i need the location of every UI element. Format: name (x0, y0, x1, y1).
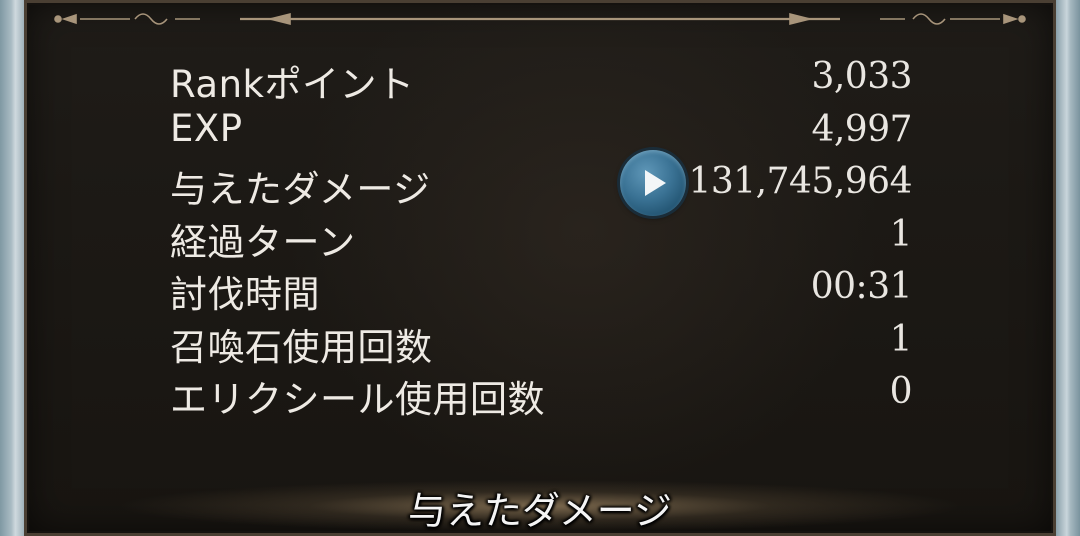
result-row-summons: 召喚石使用回数 1 (170, 315, 913, 369)
elixirs-value: 0 (889, 371, 913, 412)
damage-details-play-button[interactable] (620, 150, 686, 216)
exp-label: EXP (170, 106, 243, 150)
results-list: Rankポイント 3,033 EXP 4,997 与えたダメージ 131,745… (170, 52, 913, 421)
damage-label: 与えたダメージ (170, 168, 431, 211)
rank-points-value: 3,033 (811, 56, 912, 97)
summons-value: 1 (889, 318, 913, 360)
result-row-time: 討伐時間 00:31 (170, 262, 913, 316)
right-frame-border (1056, 0, 1080, 536)
result-row-turns: 経過ターン 1 (170, 210, 913, 264)
exp-value: 4,997 (811, 108, 912, 150)
time-value: 00:31 (810, 266, 913, 307)
ornament-divider (54, 12, 1026, 26)
elixirs-label: エリクシール使用回数 (170, 378, 545, 421)
rank-points-label: Rankポイント (170, 63, 415, 106)
time-label: 討伐時間 (170, 273, 320, 316)
damage-value: 131,745,964 (688, 161, 912, 202)
result-row-elixirs: エリクシール使用回数 0 (170, 367, 913, 421)
video-subtitle: 与えたダメージ (407, 489, 673, 533)
summons-label: 召喚石使用回数 (170, 325, 433, 369)
result-row-damage: 与えたダメージ 131,745,964 (170, 157, 912, 211)
play-icon (645, 170, 666, 196)
result-row-exp: EXP 4,997 (170, 105, 912, 158)
result-row-rank-points: Rankポイント 3,033 (170, 52, 912, 106)
turns-value: 1 (889, 213, 913, 255)
turns-label: 経過ターン (170, 220, 356, 264)
